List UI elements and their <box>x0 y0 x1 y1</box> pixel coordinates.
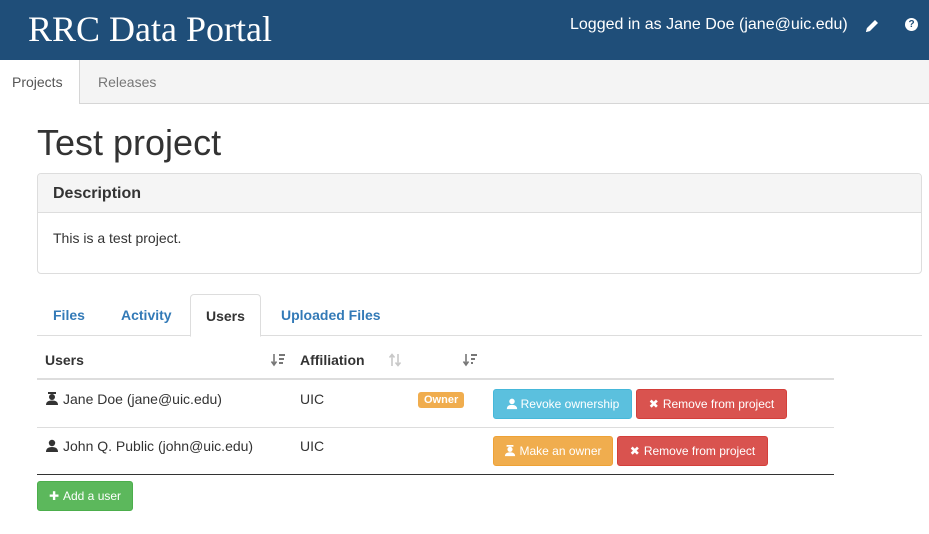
revoke-ownership-button[interactable]: Revoke ownership <box>493 389 632 419</box>
owner-badge: Owner <box>418 392 465 408</box>
times-icon: ✖ <box>629 444 640 458</box>
plus-icon: ✚ <box>48 489 59 503</box>
owner-user-icon <box>505 445 516 457</box>
add-user-button[interactable]: ✚ Add a user <box>37 481 133 511</box>
app-title[interactable]: RRC Data Portal <box>28 8 272 50</box>
tab-files[interactable]: Files <box>53 294 85 336</box>
tab-activity[interactable]: Activity <box>121 294 172 336</box>
owner-user-icon <box>46 392 58 405</box>
sort-alpha-icon[interactable] <box>270 352 286 368</box>
remove-from-project-label: Remove from project <box>643 444 756 458</box>
user-name: Jane Doe (jane@uic.edu) <box>63 391 222 407</box>
pencil-icon[interactable] <box>864 18 880 34</box>
sort-amount-icon[interactable] <box>462 352 478 368</box>
page-title: Test project <box>37 122 222 163</box>
remove-from-project-button[interactable]: ✖ Remove from project <box>636 389 787 419</box>
question-circle-icon[interactable]: ? <box>905 18 918 31</box>
make-owner-label: Make an owner <box>519 444 602 458</box>
user-name: John Q. Public (john@uic.edu) <box>63 438 254 454</box>
project-tabs: Files Activity Users Uploaded Files <box>37 294 922 337</box>
top-header: RRC Data Portal Logged in as Jane Doe (j… <box>0 0 929 60</box>
remove-from-project-button[interactable]: ✖ Remove from project <box>617 436 768 466</box>
nav-tab-releases[interactable]: Releases <box>86 60 168 104</box>
user-icon <box>506 398 517 410</box>
description-body: This is a test project. <box>53 230 182 246</box>
column-header-affiliation[interactable]: Affiliation <box>300 340 365 380</box>
remove-from-project-label: Remove from project <box>662 397 775 411</box>
sort-icon[interactable] <box>387 352 403 368</box>
user-affiliation: UIC <box>300 438 325 454</box>
description-panel: Description This is a test project. <box>37 173 922 274</box>
table-header-divider <box>37 378 834 380</box>
user-affiliation: UIC <box>300 391 325 407</box>
table-bottom-divider <box>37 474 834 475</box>
column-header-users[interactable]: Users <box>45 340 84 380</box>
user-cell: Jane Doe (jane@uic.edu) <box>45 391 222 407</box>
revoke-ownership-label: Revoke ownership <box>520 397 620 411</box>
logged-in-user: Logged in as Jane Doe (jane@uic.edu) <box>570 16 848 33</box>
user-icon <box>46 439 58 452</box>
times-icon: ✖ <box>648 397 659 411</box>
description-heading: Description <box>38 174 921 213</box>
nav-tab-projects[interactable]: Projects <box>0 60 80 104</box>
user-cell: John Q. Public (john@uic.edu) <box>45 438 253 454</box>
add-user-label: Add a user <box>63 489 122 503</box>
row-divider <box>37 427 834 428</box>
tab-uploaded-files[interactable]: Uploaded Files <box>281 294 381 336</box>
tab-users[interactable]: Users <box>190 294 261 337</box>
main-navbar: Projects Releases <box>0 60 929 104</box>
make-owner-button[interactable]: Make an owner <box>493 436 613 466</box>
